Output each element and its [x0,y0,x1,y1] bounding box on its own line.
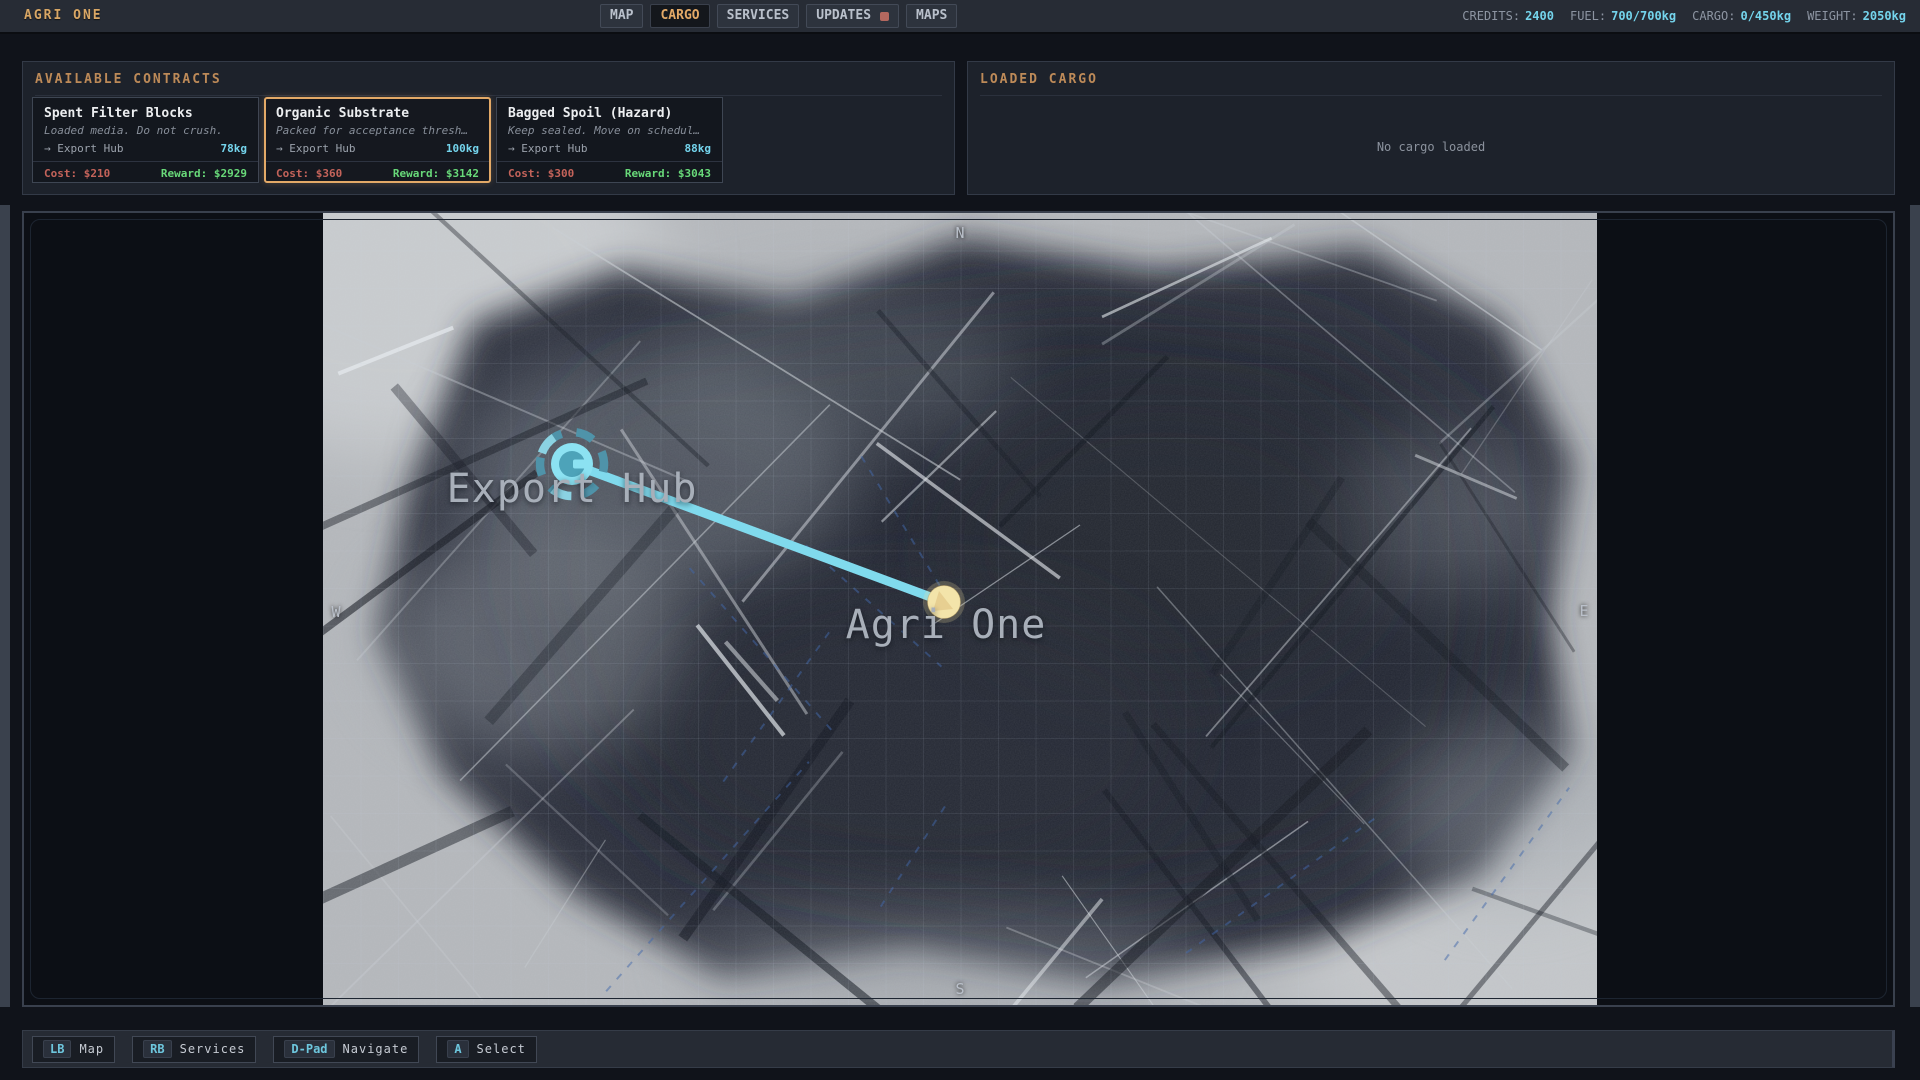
cargo-panel-header: LOADED CARGO [980,72,1882,96]
hint-navigate-label: Navigate [343,1042,409,1056]
tab-maps-label: MAPS [916,5,947,27]
credits-stat: CREDITS: 2400 [1462,9,1554,23]
contract-route-row: → Export Hub 78kg [44,141,247,156]
contract-title: Bagged Spoil (Hazard) [508,105,711,122]
hint-rb-services[interactable]: RB Services [132,1036,256,1063]
contract-destination: → Export Hub [44,141,123,156]
fuel-value: 700/700kg [1611,9,1676,23]
map-viewport[interactable]: Export Hub Agri One N S W E [323,213,1597,1005]
contract-cost: Cost: $300 [508,167,574,181]
map-terrain-texture [323,213,1597,1005]
weight-label: WEIGHT: [1807,9,1858,23]
contract-weight: 78kg [221,141,248,156]
hint-map-label: Map [79,1042,104,1056]
contract-card-organic-substrate[interactable]: Organic Substrate Packed for acceptance … [264,97,491,183]
contract-card-bagged-spoil[interactable]: Bagged Spoil (Hazard) Keep sealed. Move … [496,97,723,183]
contract-money-row: Cost: $300 Reward: $3043 [497,161,722,181]
contract-weight: 88kg [685,141,712,156]
tab-services[interactable]: SERVICES [717,4,800,28]
tab-cargo[interactable]: CARGO [650,4,709,28]
contract-description: Keep sealed. Move on schedul… [508,124,711,137]
contract-description: Loaded media. Do not crush. [44,124,247,137]
credits-value: 2400 [1525,9,1554,23]
contract-title: Spent Filter Blocks [44,105,247,122]
weight-value: 2050kg [1863,9,1906,23]
tab-bar: MAP CARGO SERVICES UPDATES MAPS [600,4,957,28]
cargo-label: CARGO: [1692,9,1735,23]
right-frame-strip [1910,205,1920,1007]
contract-reward: Reward: $3043 [625,167,711,181]
hint-services-label: Services [180,1042,246,1056]
contract-description: Packed for acceptance thresh… [276,124,479,137]
tab-map[interactable]: MAP [600,4,643,28]
lb-key-badge: LB [43,1040,71,1058]
tab-cargo-label: CARGO [660,5,699,27]
left-frame-strip [0,205,10,1007]
tab-services-label: SERVICES [727,5,790,27]
contract-money-row: Cost: $360 Reward: $3142 [266,161,489,181]
cargo-value: 0/450kg [1740,9,1791,23]
tab-map-label: MAP [610,5,633,27]
contract-card-spent-filter-blocks[interactable]: Spent Filter Blocks Loaded media. Do not… [32,97,259,183]
dpad-key-badge: D-Pad [284,1040,334,1058]
app-title: AGRI ONE [24,0,103,32]
rb-key-badge: RB [143,1040,171,1058]
tab-maps[interactable]: MAPS [906,4,957,28]
contracts-panel-header: AVAILABLE CONTRACTS [35,72,942,96]
contract-reward: Reward: $2929 [161,167,247,181]
contract-money-row: Cost: $210 Reward: $2929 [33,161,258,181]
contract-destination: → Export Hub [508,141,587,156]
credits-label: CREDITS: [1462,9,1520,23]
loaded-cargo-panel: LOADED CARGO No cargo loaded [967,61,1895,195]
updates-notification-dot-icon [880,12,889,21]
tab-updates-label: UPDATES [816,5,871,27]
contract-weight: 100kg [446,141,479,156]
tab-updates[interactable]: UPDATES [806,4,899,28]
contract-route-row: → Export Hub 100kg [276,141,479,156]
hint-lb-map[interactable]: LB Map [32,1036,115,1063]
hint-a-select[interactable]: A Select [436,1036,537,1063]
contract-cost: Cost: $210 [44,167,110,181]
controller-hint-bar: LB Map RB Services D-Pad Navigate A Sele… [22,1030,1895,1068]
contract-title: Organic Substrate [276,105,479,122]
hint-select-label: Select [477,1042,526,1056]
cargo-stat: CARGO: 0/450kg [1692,9,1791,23]
app-root: AGRI ONE MAP CARGO SERVICES UPDATES MAPS… [0,0,1920,1080]
fuel-stat: FUEL: 700/700kg [1570,9,1676,23]
map-panel: Export Hub Agri One N S W E [22,211,1895,1007]
contract-reward: Reward: $3142 [393,167,479,181]
available-contracts-panel: AVAILABLE CONTRACTS Spent Filter Blocks … [22,61,955,195]
fuel-label: FUEL: [1570,9,1606,23]
contract-destination: → Export Hub [276,141,355,156]
contract-cost: Cost: $360 [276,167,342,181]
contract-route-row: → Export Hub 88kg [508,141,711,156]
cargo-empty-message: No cargo loaded [968,140,1894,154]
status-readouts: CREDITS: 2400 FUEL: 700/700kg CARGO: 0/450k… [1462,0,1906,32]
top-bar: AGRI ONE MAP CARGO SERVICES UPDATES MAPS… [0,0,1920,34]
contract-card-list: Spent Filter Blocks Loaded media. Do not… [32,97,954,183]
weight-stat: WEIGHT: 2050kg [1807,9,1906,23]
a-key-badge: A [447,1040,468,1058]
hint-dpad-navigate[interactable]: D-Pad Navigate [273,1036,419,1063]
